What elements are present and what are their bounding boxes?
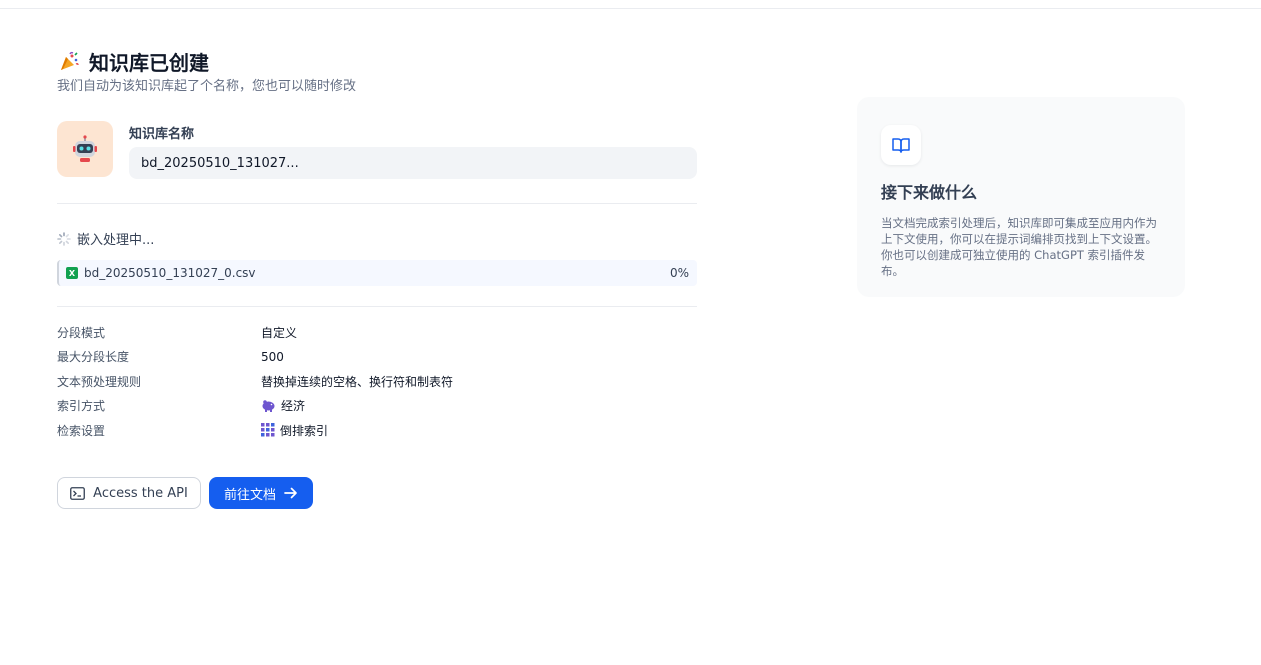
info-key: 检索设置 (57, 423, 106, 438)
info-row-max-length: 最大分段长度 500 (57, 345, 697, 370)
kb-name-label: 知识库名称 (129, 127, 195, 142)
kb-avatar[interactable] (57, 121, 113, 177)
embedding-status-text: 嵌入处理中... (77, 233, 155, 248)
page-title: 知识库已创建 (89, 51, 209, 75)
info-row-segment-mode: 分段模式 自定义 (57, 320, 697, 345)
info-row-retrieval: 检索设置 倒排索引 (57, 418, 697, 443)
terminal-icon (70, 486, 86, 500)
page-subtitle: 我们自动为该知识库起了个名称，您也可以随时修改 (57, 79, 357, 94)
csv-file-icon: X (66, 267, 78, 279)
book-icon (881, 125, 921, 165)
settings-summary: 分段模式 自定义 最大分段长度 500 文本预处理规则 替换掉连续的空格、换行符… (57, 320, 697, 443)
info-row-preprocess: 文本预处理规则 替换掉连续的空格、换行符和制表符 (57, 369, 697, 394)
file-name: bd_20250510_131027_0.csv (84, 266, 256, 280)
robot-icon (73, 135, 97, 162)
info-value: 自定义 (261, 325, 298, 340)
file-progress: 0% (669, 266, 689, 280)
grid-icon (261, 423, 275, 437)
info-key: 索引方式 (57, 399, 106, 414)
go-to-documents-button[interactable]: 前往文档 (209, 477, 313, 509)
piggy-bank-icon (262, 400, 275, 413)
info-key: 分段模式 (57, 325, 106, 340)
spinner-icon (57, 231, 71, 246)
next-steps-card: 接下来做什么 当文档完成索引处理后，知识库即可集成至应用内作为上下文使用，你可以… (857, 97, 1185, 297)
file-progress-row[interactable]: X bd_20250510_131027_0.csv 0% (57, 260, 697, 286)
info-value: 倒排索引 (261, 422, 328, 439)
next-steps-title: 接下来做什么 (881, 183, 978, 202)
embedding-status: 嵌入处理中... (57, 229, 154, 248)
next-steps-text: 当文档完成索引处理后，知识库即可集成至应用内作为上下文使用，你可以在提示词编排页… (881, 216, 1157, 278)
access-api-label: Access the API (93, 485, 188, 501)
access-api-button[interactable]: Access the API (57, 477, 201, 509)
arrow-right-icon (284, 487, 297, 499)
info-row-index-mode: 索引方式 经济 (57, 394, 697, 419)
go-to-documents-label: 前往文档 (223, 487, 276, 503)
section-divider (57, 203, 697, 204)
info-value: 经济 (261, 397, 305, 414)
top-divider (0, 8, 1261, 9)
party-popper-icon (57, 50, 81, 74)
kb-name-input[interactable]: bd_20250510_131027... (129, 147, 697, 179)
info-value: 500 (261, 349, 284, 364)
info-key: 文本预处理规则 (57, 374, 142, 389)
info-key: 最大分段长度 (57, 350, 130, 365)
title-row: 知识库已创建 (57, 47, 209, 76)
info-value: 替换掉连续的空格、换行符和制表符 (261, 374, 454, 389)
section-divider (57, 306, 697, 307)
